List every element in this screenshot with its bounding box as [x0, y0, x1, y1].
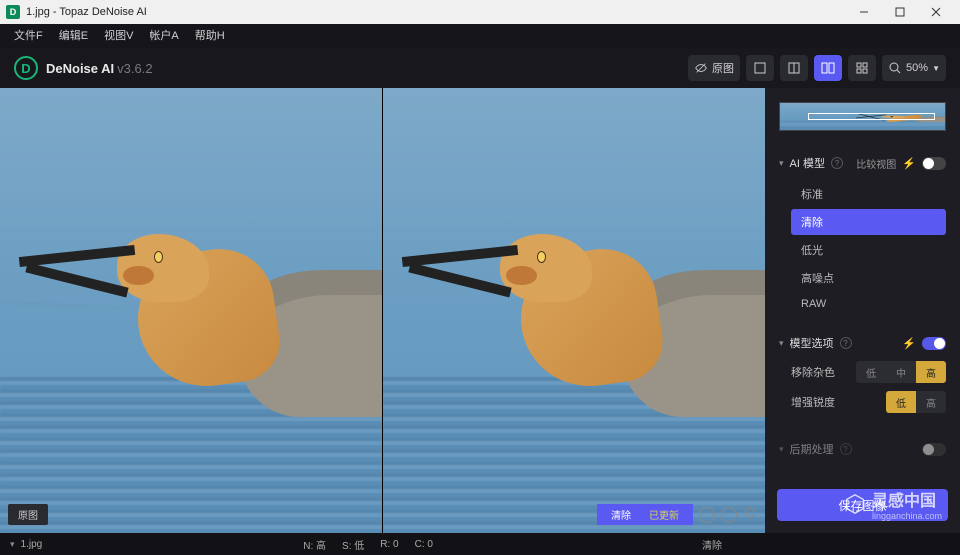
compare-view-label: 比较视图	[856, 156, 896, 171]
zoom-control[interactable]: 50% ▼	[882, 55, 946, 81]
menu-view[interactable]: 视图V	[96, 24, 141, 48]
pane-model-label: 清除	[611, 507, 631, 522]
view-grid-button[interactable]	[848, 55, 876, 81]
remove-noise-segment[interactable]: 低 中 高	[856, 361, 946, 383]
search-icon	[888, 61, 902, 75]
postproc-toggle[interactable]	[922, 443, 946, 456]
mode-clear[interactable]: 清除	[791, 209, 946, 235]
enhance-sharp-label: 增强锐度	[791, 394, 886, 410]
minimize-button[interactable]	[846, 0, 882, 24]
thumbs-down-icon[interactable]	[721, 507, 737, 523]
menu-account[interactable]: 帐户A	[141, 24, 186, 48]
help-icon[interactable]: ?	[840, 337, 852, 349]
thumbs-up-icon[interactable]	[699, 507, 715, 523]
compare-view-toggle[interactable]	[922, 157, 946, 170]
mode-lowlight[interactable]: 低光	[791, 237, 946, 263]
bird-image	[86, 222, 382, 467]
section-options-title: 模型选项	[790, 335, 834, 351]
stat-r: R: 0	[380, 539, 398, 550]
main-area: 原图 清除 已更新	[0, 88, 960, 533]
bolt-icon: ⚡	[902, 157, 916, 170]
menu-bar: 文件F 编辑E 视图V 帐户A 帮助H	[0, 24, 960, 48]
square-icon	[753, 61, 767, 75]
auto-options-toggle[interactable]	[922, 337, 946, 350]
current-filename: 1.jpg	[21, 539, 43, 550]
navigator-viewport-frame[interactable]	[808, 113, 935, 120]
toggle-original-button[interactable]: 原图	[688, 55, 740, 81]
seg-high[interactable]: 高	[916, 361, 946, 383]
stat-model: 清除	[702, 537, 722, 552]
seg-mid[interactable]: 中	[886, 361, 916, 383]
chevron-right-icon[interactable]: ▾	[779, 444, 784, 455]
stat-s: S: 低	[342, 537, 364, 552]
help-icon[interactable]: ?	[840, 443, 852, 455]
pane-update-status: 已更新	[649, 507, 679, 522]
enhance-sharp-row: 增强锐度 低 高	[779, 391, 946, 413]
pane-processed[interactable]: 清除 已更新	[382, 88, 765, 533]
chevron-down-icon[interactable]: ▾	[10, 539, 15, 550]
seg-low[interactable]: 低	[886, 391, 916, 413]
chevron-down-icon: ▼	[932, 64, 940, 73]
product-name: DeNoise AIv3.6.2	[46, 61, 153, 76]
pane-original-label: 原图	[8, 504, 48, 525]
image-viewer[interactable]: 原图 清除 已更新	[0, 88, 765, 533]
navigator-thumbnail[interactable]	[779, 102, 946, 131]
menu-file[interactable]: 文件F	[6, 24, 51, 48]
product-logo: D	[14, 56, 38, 80]
enhance-sharp-segment[interactable]: 低 高	[886, 391, 946, 413]
pane-status: 清除 已更新	[597, 504, 757, 525]
bolt-icon: ⚡	[902, 337, 916, 350]
chevron-down-icon[interactable]: ▾	[779, 338, 784, 349]
split-icon	[787, 61, 801, 75]
ai-model-list: 标准 清除 低光 高噪点 RAW	[779, 181, 946, 315]
app-header: D DeNoise AIv3.6.2 原图 50% ▼	[0, 48, 960, 88]
menu-edit[interactable]: 编辑E	[51, 24, 96, 48]
close-button[interactable]	[918, 0, 954, 24]
mode-raw[interactable]: RAW	[791, 293, 946, 315]
maximize-button[interactable]	[882, 0, 918, 24]
window-titlebar: D 1.jpg - Topaz DeNoise AI	[0, 0, 960, 24]
view-sidebyside-button[interactable]	[814, 55, 842, 81]
seg-low[interactable]: 低	[856, 361, 886, 383]
settings-panel: ▾ AI 模型 ? 比较视图 ⚡ 标准 清除 低光 高噪点 RAW ▾ 模型选项…	[765, 88, 960, 533]
eye-off-icon	[694, 61, 708, 75]
seg-high[interactable]: 高	[916, 391, 946, 413]
chevron-down-icon[interactable]: ▾	[779, 158, 784, 169]
help-icon[interactable]: ?	[831, 157, 843, 169]
mode-standard[interactable]: 标准	[791, 181, 946, 207]
menu-help[interactable]: 帮助H	[187, 24, 233, 48]
save-image-button[interactable]: 保存图像	[777, 489, 948, 521]
mode-severe[interactable]: 高噪点	[791, 265, 946, 291]
app-icon: D	[6, 5, 20, 19]
stat-c: C: 0	[415, 539, 433, 550]
trash-icon[interactable]	[743, 505, 757, 524]
remove-noise-label: 移除杂色	[791, 364, 856, 380]
stat-n: N: 高	[303, 537, 326, 552]
bird-image	[469, 222, 765, 467]
remove-noise-row: 移除杂色 低 中 高	[779, 361, 946, 383]
grid-icon	[855, 61, 869, 75]
section-model-title: AI 模型	[790, 155, 825, 171]
view-single-button[interactable]	[746, 55, 774, 81]
view-split-button[interactable]	[780, 55, 808, 81]
columns-icon	[821, 61, 835, 75]
status-bar: ▾ 1.jpg N: 高 S: 低 R: 0 C: 0 清除	[0, 533, 960, 555]
section-postproc-title: 后期处理	[790, 441, 834, 457]
pane-original[interactable]: 原图	[0, 88, 382, 533]
window-title: 1.jpg - Topaz DeNoise AI	[26, 6, 147, 18]
